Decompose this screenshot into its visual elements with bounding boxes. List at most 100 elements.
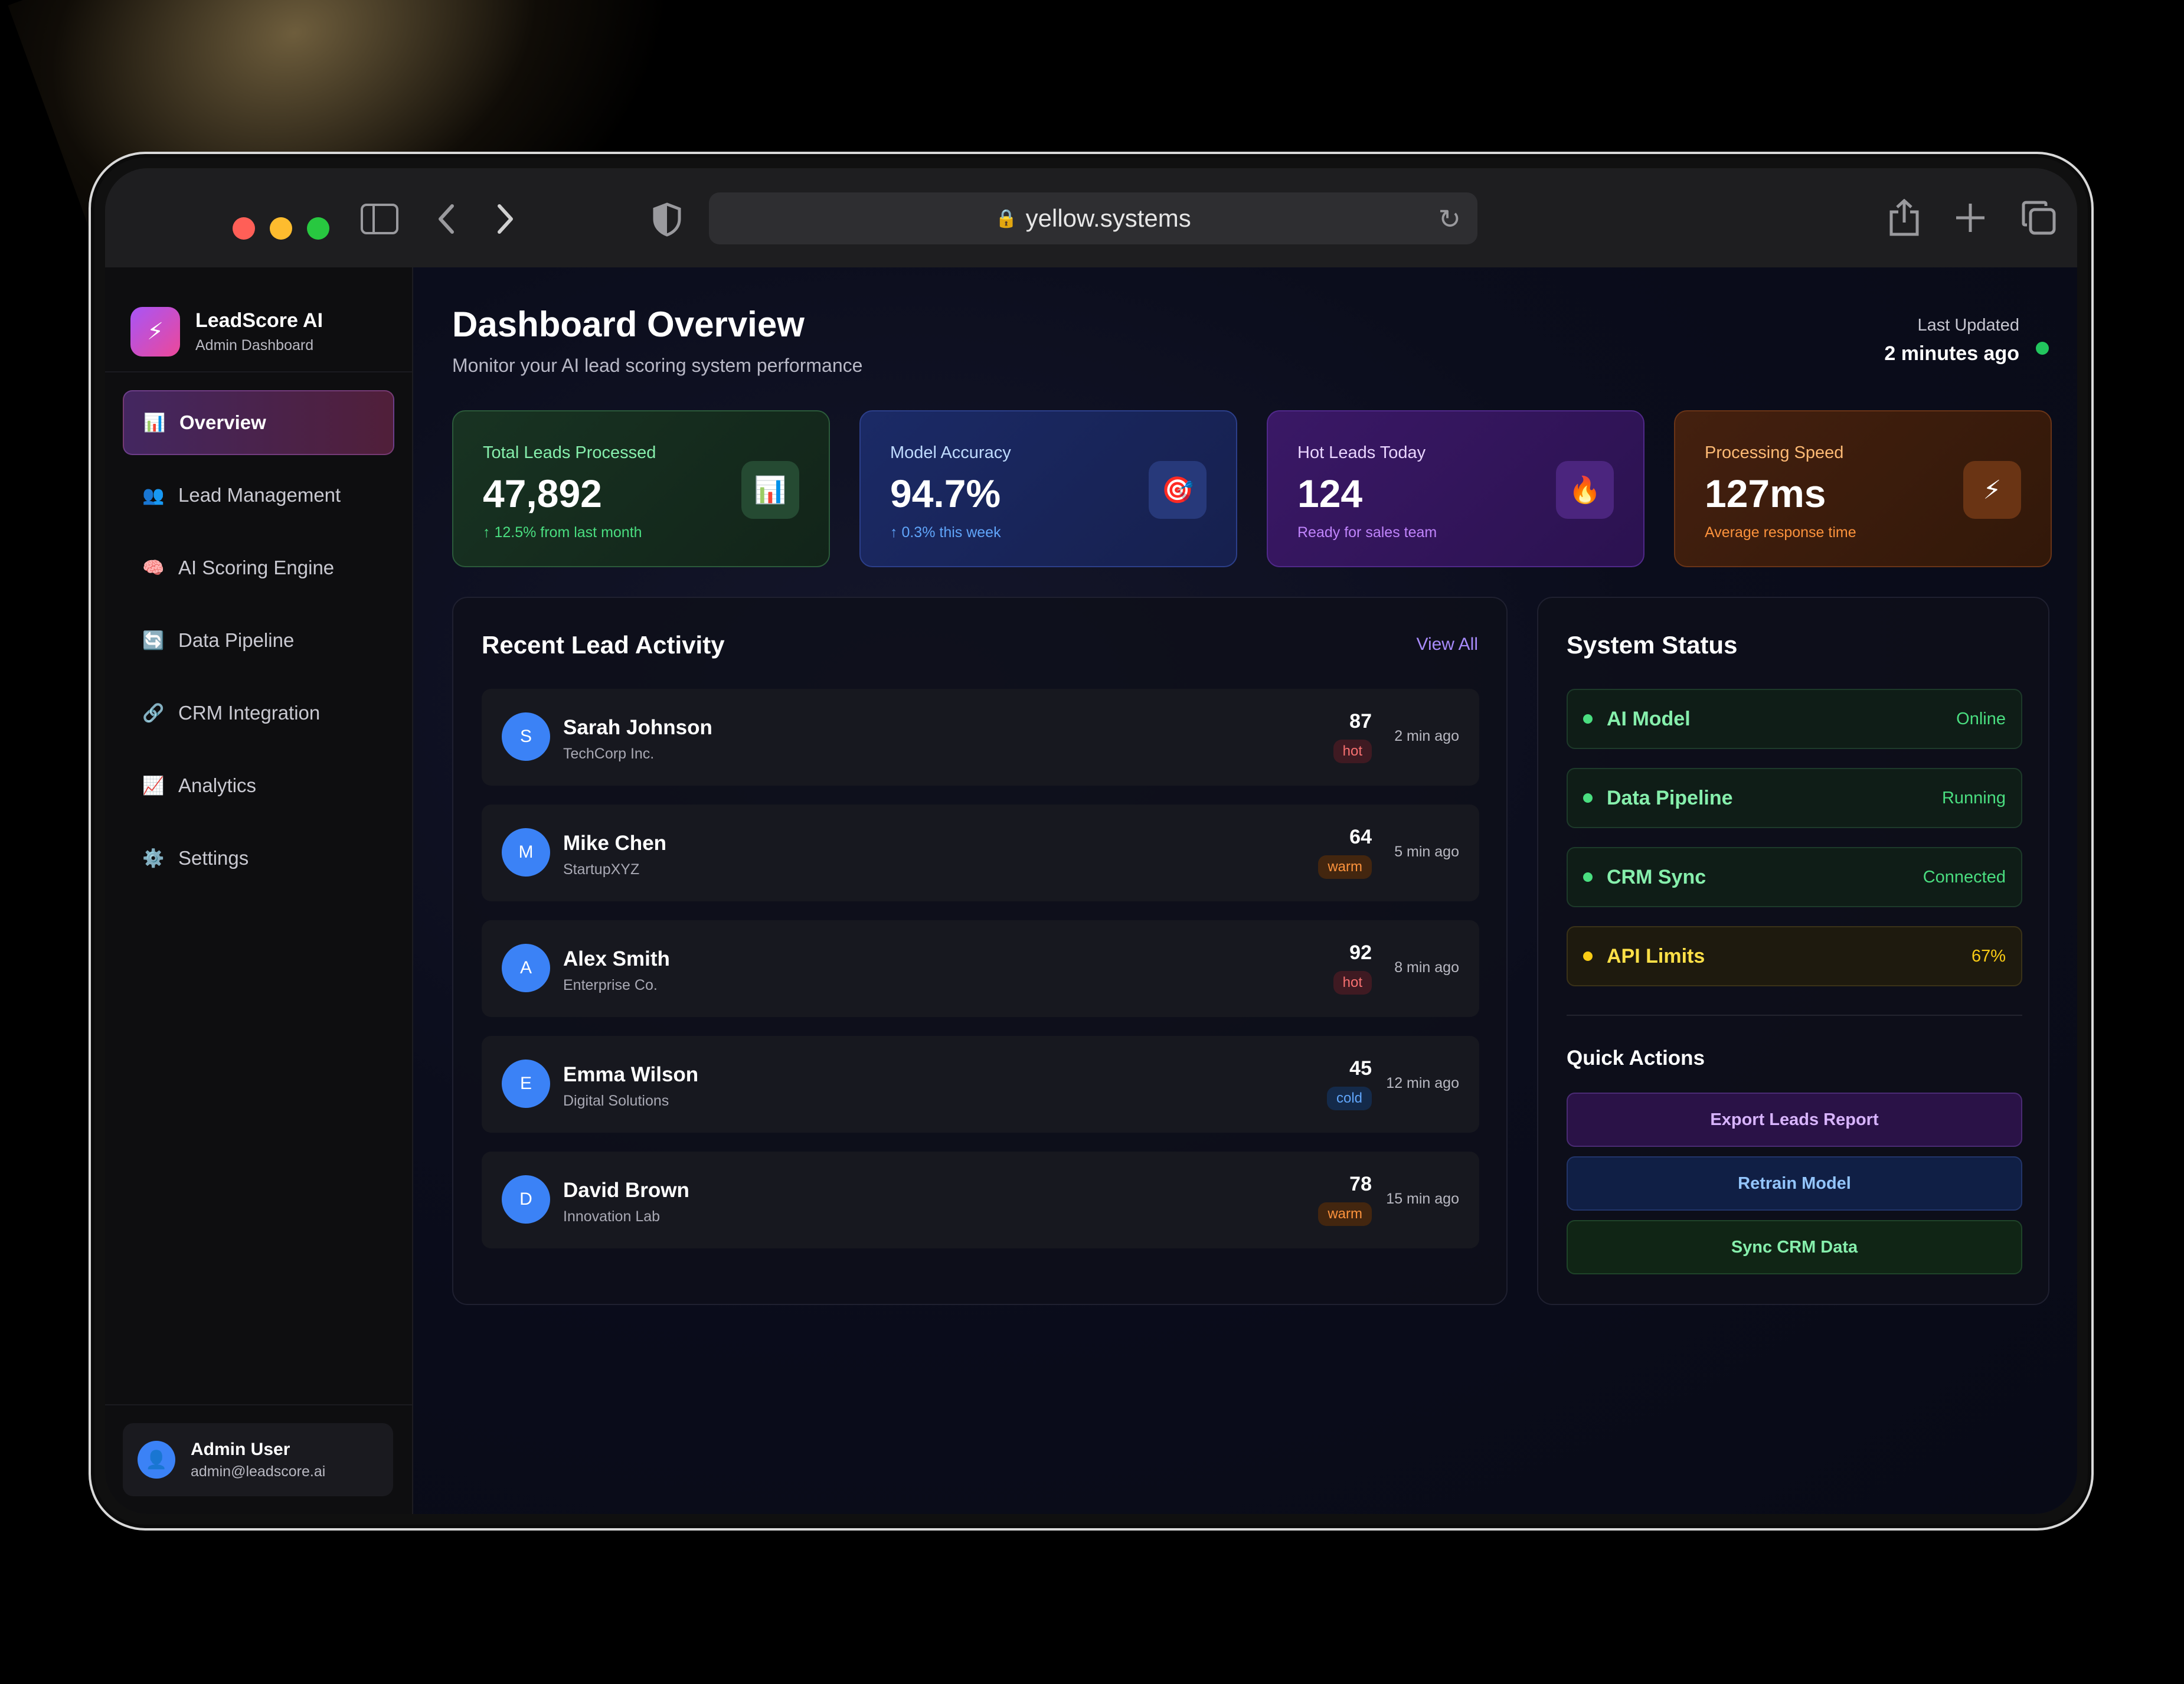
retrain-model-button[interactable]: Retrain Model: [1567, 1156, 2022, 1211]
address-bar[interactable]: 🔒 yellow.systems ↻: [709, 192, 1477, 244]
lead-company: Enterprise Co.: [563, 977, 658, 993]
lead-time: 2 min ago: [1394, 728, 1459, 744]
sidebar-item-label: Overview: [179, 411, 266, 433]
lead-row[interactable]: A Alex Smith Enterprise Co. 92 hot 8 min…: [482, 920, 1479, 1017]
lead-score: 45: [1349, 1057, 1372, 1080]
app-root: ⚡ LeadScore AI Admin Dashboard 📊 Overvie…: [105, 267, 2077, 1514]
stat-note: ↑ 12.5% from last month: [483, 524, 642, 541]
users-icon: 👥: [142, 485, 165, 505]
brain-icon: 🧠: [142, 558, 165, 578]
brand: ⚡ LeadScore AI Admin Dashboard: [105, 267, 412, 372]
divider: [1567, 1015, 2022, 1016]
brand-subtitle: Admin Dashboard: [195, 337, 314, 354]
last-updated-label: Last Updated: [1917, 316, 2019, 335]
sidebar-item-label: CRM Integration: [178, 702, 321, 724]
status-dot: [1583, 714, 1593, 724]
page-subtitle: Monitor your AI lead scoring system perf…: [452, 355, 863, 376]
avatar: S: [502, 712, 550, 761]
lead-row[interactable]: D David Brown Innovation Lab 78 warm 15 …: [482, 1152, 1479, 1248]
avatar: E: [502, 1060, 550, 1108]
sidebar-toggle-icon[interactable]: [361, 204, 398, 240]
main-content: Dashboard Overview Monitor your AI lead …: [413, 267, 2077, 1514]
lead-row[interactable]: S Sarah Johnson TechCorp Inc. 87 hot 2 m…: [482, 689, 1479, 786]
lead-company: Digital Solutions: [563, 1093, 669, 1109]
status-value: Connected: [1923, 867, 2006, 887]
fire-icon: 🔥: [1556, 461, 1614, 519]
lead-time: 5 min ago: [1394, 843, 1459, 860]
target-icon: 🎯: [1149, 461, 1207, 519]
maximize-window-button[interactable]: [307, 217, 329, 240]
new-tab-icon[interactable]: [1954, 201, 1987, 240]
user-email: admin@leadscore.ai: [191, 1463, 326, 1480]
share-icon[interactable]: [1888, 198, 1921, 243]
live-status-indicator: [2036, 342, 2049, 355]
lead-temperature-badge: warm: [1318, 855, 1372, 879]
lead-score: 78: [1349, 1173, 1372, 1195]
sidebar-item-settings[interactable]: ⚙️ Settings: [123, 826, 394, 891]
status-name: API Limits: [1607, 944, 1705, 967]
lead-time: 12 min ago: [1386, 1075, 1459, 1091]
sidebar-item-ai-scoring-engine[interactable]: 🧠 AI Scoring Engine: [123, 535, 394, 600]
lightning-icon: ⚡: [130, 307, 180, 357]
stat-label: Total Leads Processed: [483, 443, 656, 462]
user-profile[interactable]: 👤 Admin User admin@leadscore.ai: [123, 1423, 393, 1496]
sidebar-item-label: AI Scoring Engine: [178, 557, 335, 578]
lightning-icon: ⚡: [1963, 461, 2021, 519]
status-row-data-pipeline: Data Pipeline Running: [1567, 768, 2022, 828]
gear-icon: ⚙️: [142, 848, 165, 868]
lead-name: Emma Wilson: [563, 1063, 699, 1086]
lead-time: 15 min ago: [1386, 1191, 1459, 1207]
lead-score: 87: [1349, 710, 1372, 733]
forward-icon[interactable]: [493, 201, 517, 243]
system-status-panel: System Status AI Model Online Data Pipel…: [1537, 597, 2049, 1305]
status-dot: [1583, 793, 1593, 803]
shield-icon[interactable]: [652, 202, 682, 243]
status-row-api-limits: API Limits 67%: [1567, 926, 2022, 986]
device-frame: 🔒 yellow.systems ↻ ⚡ LeadScore AI Admin …: [89, 152, 2094, 1531]
lead-name: David Brown: [563, 1179, 689, 1202]
back-icon[interactable]: [434, 201, 458, 243]
lead-name: Mike Chen: [563, 832, 667, 855]
bar-chart-icon: 📊: [741, 461, 799, 519]
close-window-button[interactable]: [233, 217, 255, 240]
sidebar-item-label: Settings: [178, 847, 249, 869]
quick-actions-title: Quick Actions: [1567, 1047, 1705, 1070]
lead-company: StartupXYZ: [563, 861, 640, 878]
sync-crm-data-button[interactable]: Sync CRM Data: [1567, 1220, 2022, 1274]
sidebar-item-crm-integration[interactable]: 🔗 CRM Integration: [123, 681, 394, 745]
lead-name: Sarah Johnson: [563, 716, 712, 739]
page-title: Dashboard Overview: [452, 305, 805, 344]
lead-name: Alex Smith: [563, 947, 670, 970]
status-value: Running: [1941, 788, 2006, 807]
lock-icon: 🔒: [995, 208, 1018, 228]
view-all-link[interactable]: View All: [1416, 635, 1478, 655]
status-name: Data Pipeline: [1607, 786, 1733, 809]
lead-company: TechCorp Inc.: [563, 745, 655, 762]
lead-temperature-badge: hot: [1333, 971, 1372, 995]
lead-row[interactable]: E Emma Wilson Digital Solutions 45 cold …: [482, 1036, 1479, 1133]
avatar: M: [502, 828, 550, 877]
lead-row[interactable]: M Mike Chen StartupXYZ 64 warm 5 min ago: [482, 805, 1479, 901]
stat-label: Hot Leads Today: [1297, 443, 1426, 462]
export-leads-report-button[interactable]: Export Leads Report: [1567, 1093, 2022, 1147]
lead-time: 8 min ago: [1394, 959, 1459, 976]
sidebar-item-lead-management[interactable]: 👥 Lead Management: [123, 463, 394, 528]
sidebar-item-overview[interactable]: 📊 Overview: [123, 390, 394, 455]
trend-chart-icon: 📈: [142, 776, 165, 796]
lead-temperature-badge: hot: [1333, 740, 1372, 763]
bar-chart-icon: 📊: [143, 413, 166, 433]
sidebar-item-label: Lead Management: [178, 484, 341, 506]
lead-score: 92: [1349, 941, 1372, 964]
reload-icon[interactable]: ↻: [1438, 203, 1461, 235]
sidebar-item-data-pipeline[interactable]: 🔄 Data Pipeline: [123, 608, 394, 673]
tabs-overview-icon[interactable]: [2021, 200, 2057, 241]
minimize-window-button[interactable]: [270, 217, 292, 240]
lead-temperature-badge: warm: [1318, 1202, 1372, 1226]
stat-card-model-accuracy: Model Accuracy 94.7% ↑ 0.3% this week 🎯: [859, 410, 1237, 567]
sidebar-item-label: Data Pipeline: [178, 629, 295, 651]
avatar: D: [502, 1175, 550, 1224]
stat-note: Average response time: [1705, 524, 1856, 541]
sidebar-divider: [105, 1404, 412, 1405]
avatar: A: [502, 944, 550, 992]
sidebar-item-analytics[interactable]: 📈 Analytics: [123, 753, 394, 818]
